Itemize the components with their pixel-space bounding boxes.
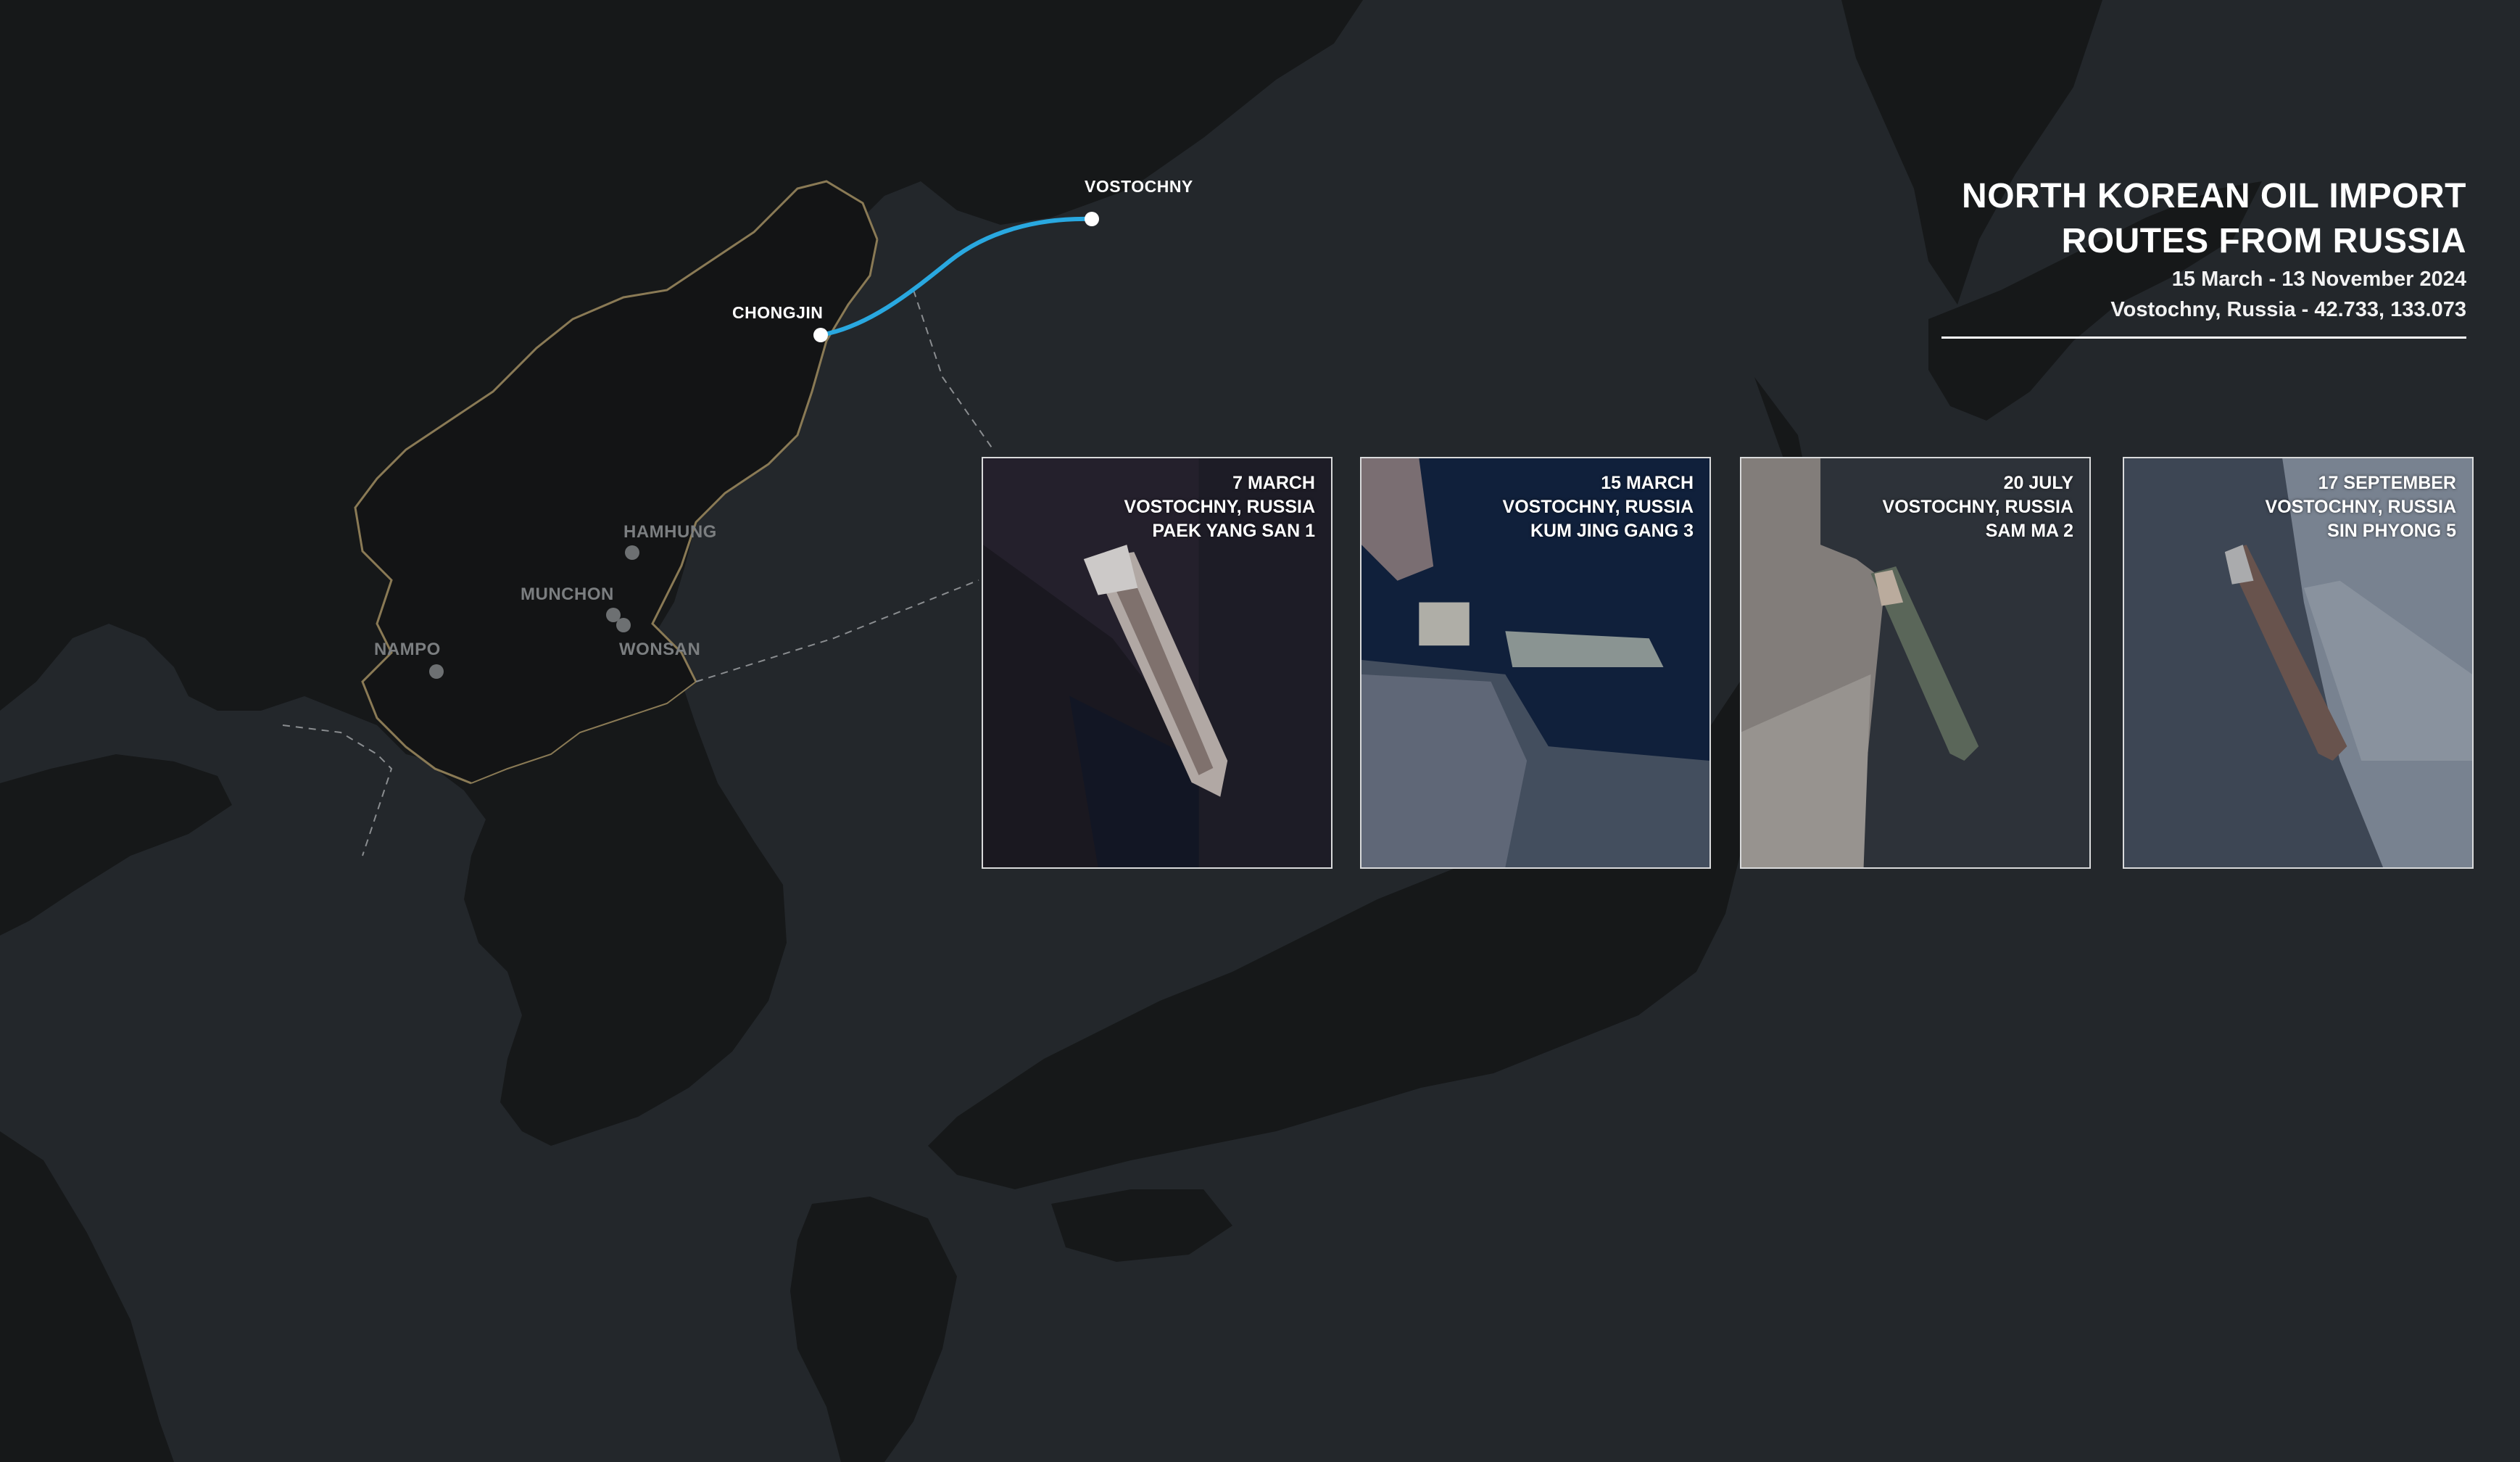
label-chongjin: CHONGJIN	[732, 303, 824, 322]
card-1-location: VOSTOCHNY, RUSSIA	[1124, 497, 1315, 517]
date-range: 15 March - 13 November 2024	[2171, 268, 2466, 291]
location-coordinates: Vostochny, Russia - 42.733, 133.073	[2110, 298, 2466, 321]
label-nampo: NAMPO	[374, 640, 441, 659]
card-1-date: 7 MARCH	[1232, 473, 1315, 493]
card-3-vessel: SAM MA 2	[1985, 521, 2073, 541]
card-4-date: 17 SEPTEMBER	[2318, 473, 2456, 493]
card-2-vessel: KUM JING GANG 3	[1530, 521, 1694, 541]
vostochny-marker[interactable]	[1085, 212, 1099, 226]
card-1-vessel: PAEK YANG SAN 1	[1152, 521, 1315, 541]
satellite-card-1[interactable]: 7 MARCH VOSTOCHNY, RUSSIA PAEK YANG SAN …	[982, 457, 1332, 869]
label-vostochny: VOSTOCHNY	[1085, 177, 1193, 196]
label-hamhung: HAMHUNG	[623, 522, 717, 542]
card-3-date: 20 JULY	[2003, 473, 2073, 493]
card-4-caption: 17 SEPTEMBER VOSTOCHNY, RUSSIA SIN PHYON…	[2266, 471, 2456, 543]
card-4-location: VOSTOCHNY, RUSSIA	[2265, 497, 2456, 517]
chongjin-marker[interactable]	[813, 328, 828, 342]
title-line-2: ROUTES FROM RUSSIA	[2061, 222, 2466, 260]
card-3-caption: 20 JULY VOSTOCHNY, RUSSIA SAM MA 2	[1883, 471, 2073, 543]
title-block: NORTH KOREAN OIL IMPORT ROUTES FROM RUSS…	[1915, 174, 2466, 339]
satellite-card-2[interactable]: 15 MARCH VOSTOCHNY, RUSSIA KUM JING GANG…	[1360, 457, 1711, 869]
label-wonsan: WONSAN	[619, 640, 701, 659]
card-3-location: VOSTOCHNY, RUSSIA	[1882, 497, 2073, 517]
card-2-date: 15 MARCH	[1601, 473, 1694, 493]
satellite-card-3[interactable]: 20 JULY VOSTOCHNY, RUSSIA SAM MA 2	[1740, 457, 2091, 869]
wonsan-marker[interactable]	[616, 618, 631, 632]
nampo-marker[interactable]	[429, 664, 444, 679]
card-2-location: VOSTOCHNY, RUSSIA	[1502, 497, 1694, 517]
title-line-1: NORTH KOREAN OIL IMPORT	[1962, 177, 2466, 215]
card-2-caption: 15 MARCH VOSTOCHNY, RUSSIA KUM JING GANG…	[1503, 471, 1694, 543]
satellite-card-4[interactable]: 17 SEPTEMBER VOSTOCHNY, RUSSIA SIN PHYON…	[2123, 457, 2474, 869]
title-divider	[1941, 336, 2466, 339]
label-munchon: MUNCHON	[521, 585, 614, 604]
hamhung-marker[interactable]	[625, 545, 639, 560]
card-1-caption: 7 MARCH VOSTOCHNY, RUSSIA PAEK YANG SAN …	[1124, 471, 1315, 543]
card-4-vessel: SIN PHYONG 5	[2327, 521, 2456, 541]
